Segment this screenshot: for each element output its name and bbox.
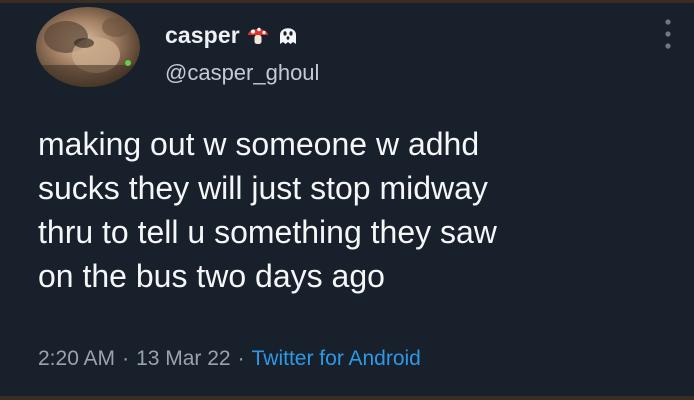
tweet-card: casper @casper_ghoul making out w someon… [0, 0, 694, 400]
avatar[interactable] [36, 7, 140, 87]
tweet-meta: 2:20 AM · 13 Mar 22 · Twitter for Android [38, 347, 421, 371]
meta-separator: · [237, 347, 245, 370]
display-name[interactable]: casper [165, 22, 240, 49]
meta-separator: · [122, 347, 130, 370]
tweet-text-line: sucks they will just stop midway [38, 170, 488, 206]
more-options-icon[interactable] [664, 17, 672, 51]
tweet-date[interactable]: 13 Mar 22 [136, 347, 231, 370]
tweet-text-line: making out w someone w adhd [38, 126, 480, 162]
mushroom-icon [246, 23, 270, 47]
tweet-time[interactable]: 2:20 AM [38, 347, 115, 370]
user-handle[interactable]: @casper_ghoul [165, 60, 319, 86]
avatar-photo [36, 7, 140, 87]
ghost-icon [276, 23, 300, 47]
author-name-row[interactable]: casper [165, 17, 300, 53]
tweet-source-link[interactable]: Twitter for Android [252, 347, 421, 370]
tweet-text-line: thru to tell u something they saw [38, 214, 497, 250]
tweet-text-line: on the bus two days ago [38, 258, 385, 294]
tweet-text: making out w someone w adhd sucks they w… [38, 122, 678, 298]
